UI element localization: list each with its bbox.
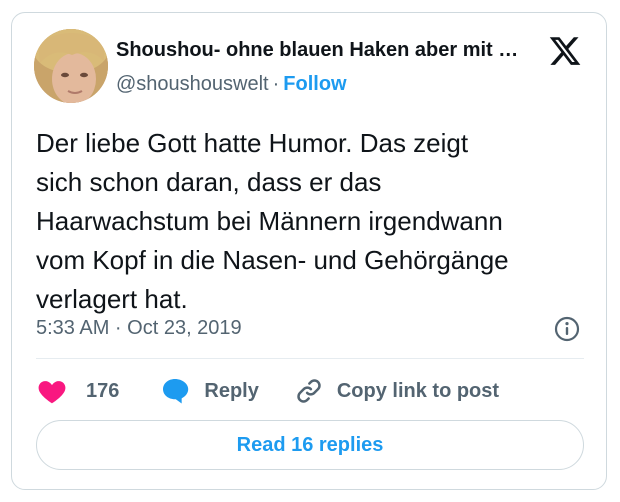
divider — [36, 358, 584, 359]
read-replies-button[interactable]: Read 16 replies — [36, 420, 584, 470]
tweet-card: Shoushou- ohne blauen Haken aber mit … @… — [11, 12, 607, 490]
heart-icon — [38, 381, 66, 404]
tweet-text: Der liebe Gott hatte Humor. Das zeigt si… — [36, 128, 509, 314]
reply-button[interactable]: Reply — [159, 375, 259, 407]
copy-link-label: Copy link to post — [336, 379, 500, 402]
reply-label: Reply — [204, 379, 259, 402]
copy-link-button[interactable]: Copy link to post — [294, 376, 499, 406]
author-handle[interactable]: @shoushouswelt — [116, 73, 269, 95]
link-icon — [297, 379, 321, 403]
separator-dot: · — [272, 73, 280, 95]
author-display-name[interactable]: Shoushou- ohne blauen Haken aber mit … — [116, 37, 536, 63]
x-logo-icon[interactable] — [548, 34, 582, 68]
like-button[interactable]: 176 — [36, 375, 119, 407]
like-count: 176 — [86, 379, 120, 402]
speech-bubble-icon — [163, 379, 189, 404]
tweet-timestamp[interactable]: 5:33 AM · Oct 23, 2019 — [36, 315, 242, 341]
action-bar: 176 Reply Copy link to post — [36, 373, 499, 409]
info-icon[interactable] — [553, 315, 581, 343]
author-handle-line: @shoushouswelt · Follow — [116, 71, 347, 97]
follow-link[interactable]: Follow — [283, 73, 346, 95]
avatar[interactable] — [34, 29, 108, 103]
